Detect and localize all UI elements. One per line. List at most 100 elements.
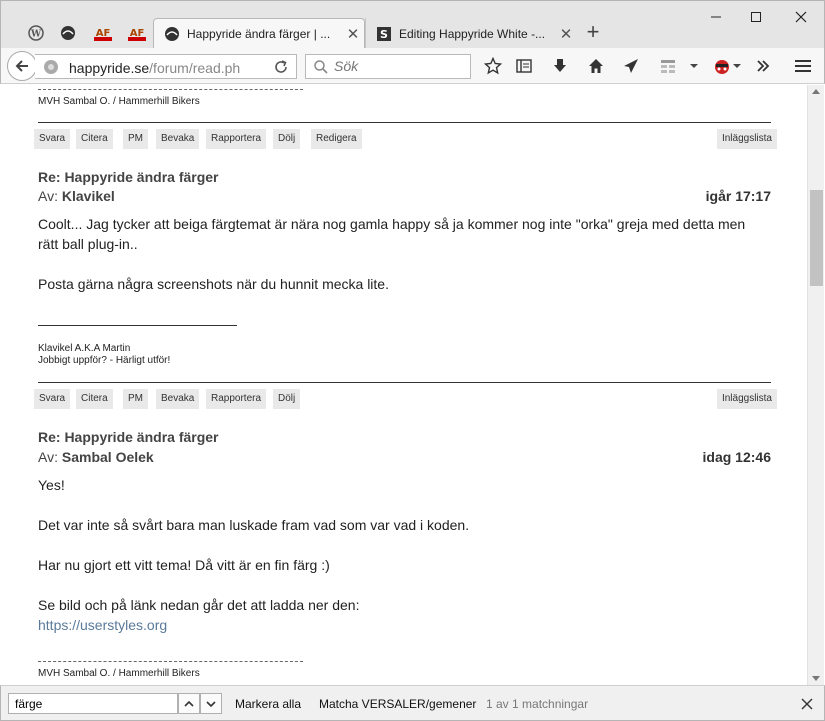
happyride-icon [164, 26, 180, 42]
close-tab-icon[interactable]: ✕ [555, 25, 577, 43]
new-tab-button[interactable]: + [578, 20, 608, 46]
post-list-button[interactable]: Inläggslista [716, 389, 777, 409]
share-button[interactable] [621, 56, 641, 76]
svg-text:AF: AF [96, 28, 111, 39]
grid-icon [661, 60, 675, 73]
tab-editing-happyride-white[interactable]: S Editing Happyride White -... ✕ [365, 18, 577, 49]
stylish-icon [715, 60, 729, 74]
pinned-tab-happyride[interactable] [53, 18, 83, 48]
close-tab-icon[interactable]: ✕ [342, 25, 364, 43]
stylish-dropdown-button[interactable] [730, 56, 744, 76]
post-list-button[interactable]: Inläggslista [716, 129, 777, 149]
wordpress-icon: W [28, 25, 44, 41]
post-subject: Re: Happyride ändra färger [38, 169, 219, 185]
minimize-button[interactable] [696, 5, 736, 29]
tab-title: Happyride ändra färger | ... [187, 27, 331, 41]
quote-button[interactable]: Citera [76, 129, 113, 149]
signature-divider [38, 89, 303, 90]
back-arrow-icon [15, 60, 28, 72]
chevron-down-icon [690, 64, 698, 68]
post-signature: Klavikel A.K.A Martin Jobbigt uppför? - … [38, 343, 771, 367]
svg-text:W: W [30, 30, 42, 40]
maximize-button[interactable] [736, 5, 776, 29]
signature-text: MVH Sambal O. / Hammerhill Bikers [38, 96, 200, 107]
pinned-tab-af-1[interactable]: AF [88, 18, 118, 48]
af-logo-icon: AF [94, 28, 112, 41]
pm-button[interactable]: PM [123, 389, 148, 409]
highlight-all-toggle[interactable]: Markera alla [235, 697, 301, 711]
reading-list-button[interactable] [514, 56, 534, 76]
watch-button[interactable]: Bevaka [156, 389, 200, 409]
author-name-link[interactable]: Sambal Oelek [62, 449, 154, 465]
tab-title: Editing Happyride White -... [399, 26, 546, 41]
hamburger-icon [795, 60, 811, 72]
find-input[interactable] [8, 693, 178, 714]
report-button[interactable]: Rapportera [206, 389, 267, 409]
signature-divider [38, 325, 237, 326]
post-body-paragraph: Yes! [38, 477, 65, 493]
close-icon [795, 11, 807, 23]
post-divider [38, 382, 771, 383]
hamburger-menu-button[interactable] [793, 56, 813, 76]
signature-line: Jobbigt uppför? - Härligt utför! [38, 355, 171, 366]
reading-list-icon [516, 59, 532, 73]
post-actions-row: Svara Citera PM Bevaka Rapportera Dölj R… [34, 129, 777, 149]
extension-button[interactable] [658, 56, 678, 76]
address-bar[interactable]: happyride.se/forum/read.ph [35, 54, 297, 79]
url-text[interactable]: happyride.se/forum/read.ph [69, 60, 265, 76]
post-body-paragraph: Posta gärna några screenshots när du hun… [38, 276, 389, 292]
close-find-bar-button[interactable] [798, 695, 816, 713]
author-prefix: Av: [38, 449, 58, 465]
post-author: Av: Klavikel [38, 188, 115, 204]
home-icon [589, 59, 603, 73]
userstyles-icon: S [376, 26, 392, 42]
url-host: happyride.se [69, 60, 150, 76]
find-previous-button[interactable] [178, 693, 200, 714]
pinned-tab-wordpress[interactable]: W [21, 18, 51, 48]
tab-strip: W AF AF Happyride ändra färger | ... ✕ S… [0, 0, 825, 49]
userstyles-link[interactable]: https://userstyles.org [38, 615, 768, 635]
post-body-paragraph: Har nu gjort ett vitt tema! Då vitt är e… [38, 557, 330, 573]
pinned-tab-af-2[interactable]: AF [122, 18, 152, 48]
overflow-menu-button[interactable] [753, 56, 773, 76]
post-body-paragraph: Coolt... Jag tycker att beiga färgtemat … [38, 216, 746, 252]
search-bar[interactable] [305, 54, 471, 79]
double-chevron-right-icon [757, 60, 770, 72]
find-next-button[interactable] [200, 693, 222, 714]
back-button[interactable] [7, 51, 37, 81]
maximize-icon [751, 12, 761, 22]
pm-button[interactable]: PM [123, 129, 148, 149]
quote-button[interactable]: Citera [76, 389, 113, 409]
extension-dropdown-button[interactable] [684, 56, 704, 76]
scroll-up-arrow-icon[interactable] [812, 89, 820, 94]
report-button[interactable]: Rapportera [206, 129, 267, 149]
hide-button[interactable]: Dölj [273, 389, 301, 409]
reload-icon[interactable] [272, 58, 290, 76]
author-name-link[interactable]: Klavikel [62, 188, 115, 204]
bookmark-star-button[interactable] [483, 56, 503, 76]
watch-button[interactable]: Bevaka [156, 129, 200, 149]
navigation-bar: happyride.se/forum/read.ph [0, 48, 825, 84]
vertical-scrollbar[interactable] [807, 85, 824, 685]
search-input[interactable] [334, 58, 464, 74]
author-prefix: Av: [38, 188, 58, 204]
home-button[interactable] [586, 56, 606, 76]
reply-button[interactable]: Svara [34, 129, 71, 149]
downloads-button[interactable] [550, 56, 570, 76]
scrollbar-thumb[interactable] [810, 190, 823, 286]
post-subject: Re: Happyride ändra färger [38, 429, 219, 445]
scroll-down-arrow-icon[interactable] [812, 676, 820, 681]
close-window-button[interactable] [781, 5, 821, 29]
tab-happyride-andra-farger[interactable]: Happyride ändra färger | ... ✕ [153, 18, 365, 49]
match-case-toggle[interactable]: Matcha VERSALER/gemener [319, 697, 476, 711]
happyride-icon [61, 26, 75, 40]
reply-button[interactable]: Svara [34, 389, 71, 409]
star-icon [484, 57, 502, 75]
previous-post-signature: MVH Sambal O. / Hammerhill Bikers [38, 89, 771, 108]
edit-button[interactable]: Redigera [311, 129, 362, 149]
globe-icon [44, 60, 58, 74]
stylish-extension-button[interactable] [712, 56, 732, 76]
close-icon [801, 698, 813, 710]
hide-button[interactable]: Dölj [273, 129, 301, 149]
url-path: /forum/read.ph [149, 60, 241, 76]
